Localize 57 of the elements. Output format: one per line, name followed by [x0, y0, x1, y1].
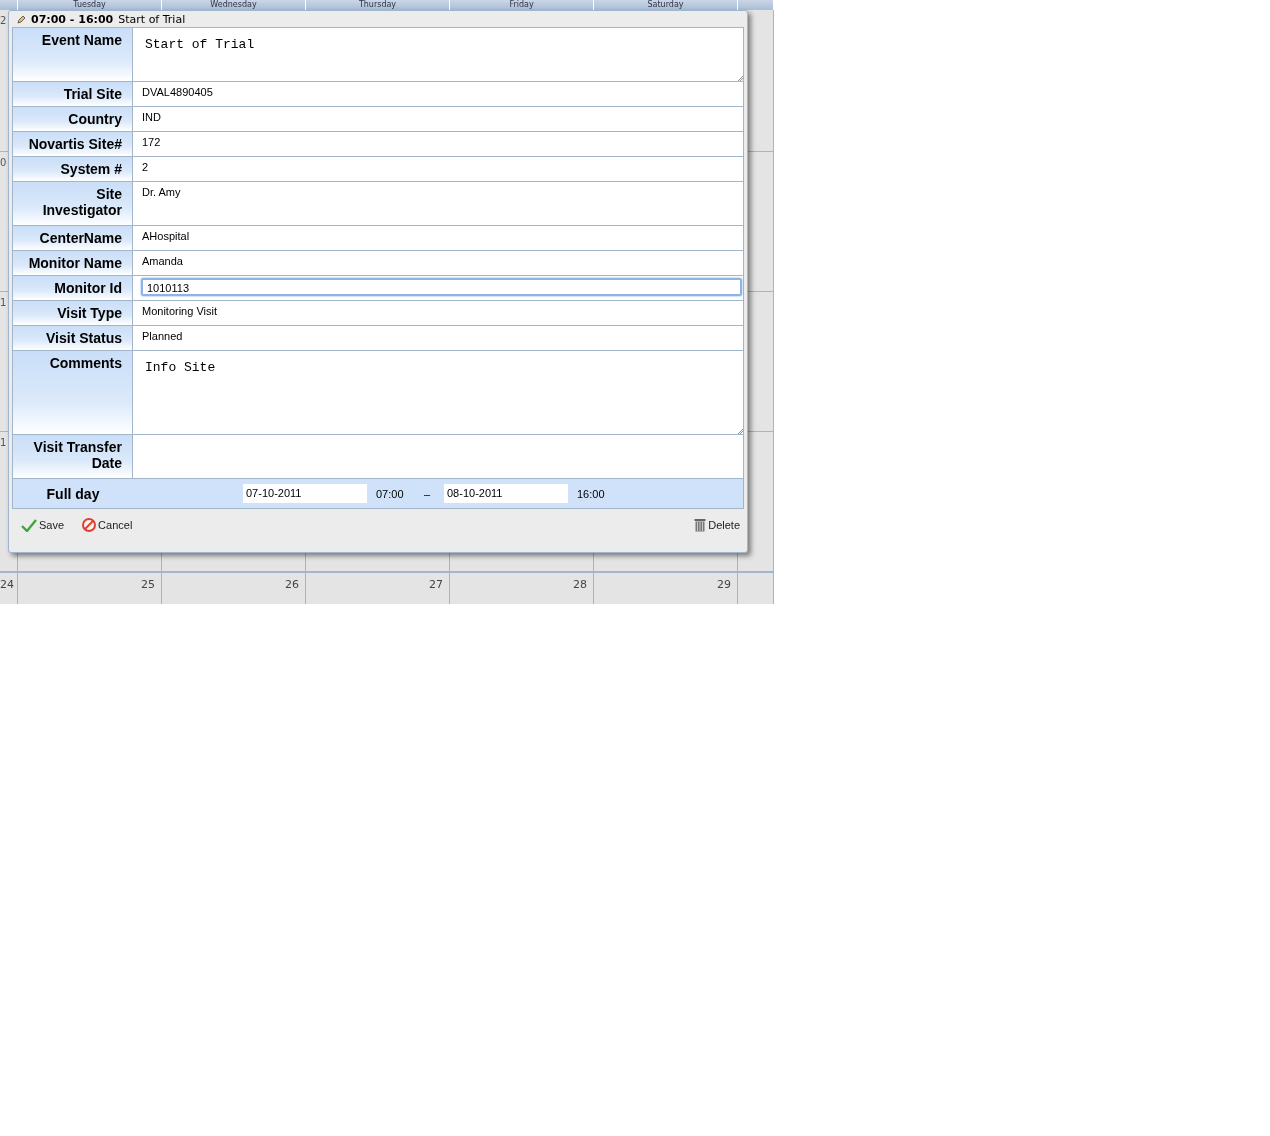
- field-label: Event Name: [13, 28, 133, 81]
- check-icon: [21, 518, 37, 532]
- field-label: Visit Type: [13, 301, 133, 325]
- pencil-icon: [17, 14, 26, 24]
- trash-icon: [694, 518, 707, 532]
- field-label: Trial Site: [13, 82, 133, 106]
- field-label: Site Investigator: [13, 182, 133, 225]
- date-number: 26: [285, 578, 300, 591]
- column-header: Saturday: [594, 0, 738, 10]
- hour-label: 1: [0, 297, 7, 308]
- column-header: [0, 0, 18, 10]
- field-label: System #: [13, 157, 133, 181]
- resize-grip-icon[interactable]: [738, 429, 743, 434]
- event-time: 07:00 - 16:00: [31, 12, 114, 26]
- resize-grip-icon[interactable]: [738, 76, 743, 81]
- field-label: Monitor Name: [13, 251, 133, 275]
- field-value[interactable]: Amanda: [133, 251, 743, 275]
- date-number: 25: [141, 578, 156, 591]
- dialog-title: Start of Trial: [118, 12, 186, 26]
- field-label: Visit Status: [13, 326, 133, 350]
- field-value[interactable]: IND: [133, 107, 743, 131]
- field-label: Monitor Id: [13, 276, 133, 300]
- date-field[interactable]: 08-10-2011: [444, 484, 568, 503]
- field-label: Comments: [13, 351, 133, 434]
- date-number: 27: [429, 578, 444, 591]
- hour-label: 2: [0, 15, 7, 26]
- column-header: Tuesday: [18, 0, 162, 10]
- field-label: Country: [13, 107, 133, 131]
- field-value[interactable]: Dr. Amy: [133, 182, 743, 225]
- save-button[interactable]: Save: [21, 518, 65, 532]
- date-number: 24: [0, 578, 15, 591]
- hour-label: 0: [0, 157, 7, 168]
- field-label: CenterName: [13, 226, 133, 250]
- field-label: Visit Transfer Date: [13, 435, 133, 478]
- column-header: Friday: [450, 0, 594, 10]
- date-number: 29: [717, 578, 732, 591]
- field-value[interactable]: DVAL4890405: [133, 82, 743, 106]
- hour-label: 1: [0, 437, 7, 448]
- date-field[interactable]: 07-10-2011: [243, 484, 367, 503]
- time-text: 16:00: [577, 487, 606, 500]
- column-header: Thursday: [306, 0, 450, 10]
- text-area[interactable]: Info Site: [133, 351, 743, 434]
- field-value[interactable]: Planned: [133, 326, 743, 350]
- field-label: Novartis Site#: [13, 132, 133, 156]
- text-area[interactable]: Start of Trial: [133, 28, 743, 81]
- field-value[interactable]: 172: [133, 132, 743, 156]
- date-number: 28: [573, 578, 588, 591]
- input-field[interactable]: 1010113: [141, 278, 742, 296]
- field-value[interactable]: AHospital: [133, 226, 743, 250]
- field-value[interactable]: 2: [133, 157, 743, 181]
- delete-button[interactable]: Delete: [694, 518, 740, 532]
- cancel-button[interactable]: Cancel: [82, 518, 133, 532]
- full-day-label: Full day: [45, 485, 101, 502]
- field-value[interactable]: Monitoring Visit: [133, 301, 743, 325]
- cancel-icon: [82, 518, 97, 532]
- time-text: 07:00: [376, 487, 405, 500]
- dash: –: [424, 487, 432, 500]
